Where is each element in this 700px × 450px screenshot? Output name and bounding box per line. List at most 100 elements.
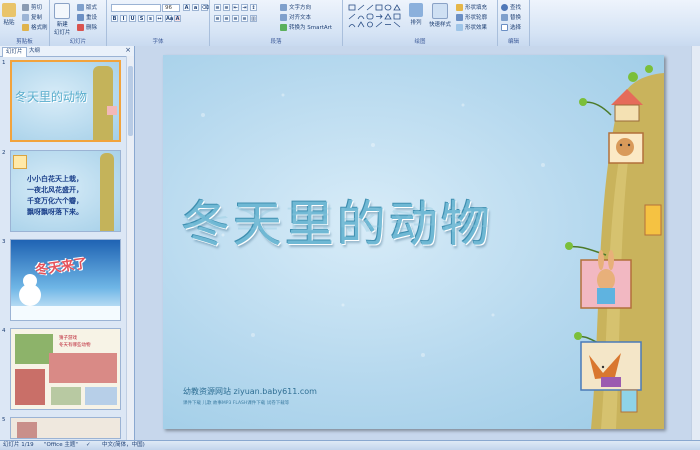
scissors-icon [22, 3, 29, 11]
text-direction-button[interactable]: 文字方向 [280, 3, 311, 11]
group-label: 编辑 [507, 39, 519, 45]
ribbon: 粘贴 剪切 复制 格式刷 剪贴板 新建 幻灯片 版式 重设 删除 幻灯片 96 … [0, 0, 700, 47]
copy-icon [22, 13, 29, 21]
close-pane-icon[interactable]: × [125, 46, 131, 54]
bullets-button[interactable]: ≡ [214, 4, 221, 11]
select-icon [501, 23, 508, 31]
bold-button[interactable]: B [111, 15, 118, 22]
slide-editor: 冬天里的动物 冬天里的动物 幼教资源网站 ziyuan.baby611.com … [135, 46, 700, 440]
slides-group: 新建 幻灯片 版式 重设 删除 幻灯片 [50, 0, 107, 46]
align-center-button[interactable]: ≡ [223, 15, 230, 22]
snow-ground [11, 306, 120, 320]
thumb-subtitle: 冬天有哪些动物 [59, 343, 91, 348]
paste-icon [2, 3, 16, 17]
editing-group: 查找 替换 选择 编辑 [498, 0, 530, 46]
thumb-title: 冬天来了 [34, 256, 89, 279]
outdent-button[interactable]: ⇤ [232, 4, 239, 11]
case-button[interactable]: Aa [165, 15, 173, 22]
select-button[interactable]: 选择 [501, 23, 521, 31]
slide-number: 4 [2, 328, 6, 334]
tab-outline[interactable]: 大纲 [26, 47, 43, 56]
paste-button[interactable]: 粘贴 [2, 3, 16, 26]
strike-button[interactable]: S [138, 15, 145, 22]
group-label: 字体 [152, 39, 164, 45]
shape-outline-button[interactable]: 形状轮廓 [456, 13, 487, 21]
effects-icon [456, 23, 463, 31]
delete-icon [77, 23, 84, 31]
site-footer: 幼教资源网站 ziyuan.baby611.com [183, 387, 317, 396]
pane-scrollbar[interactable] [126, 56, 134, 440]
italic-button[interactable]: I [120, 15, 127, 22]
new-slide-button[interactable]: 新建 幻灯片 [54, 3, 71, 36]
font-name-combo[interactable] [111, 4, 161, 12]
pane-tabs: 幻灯片 大纲 × [0, 46, 134, 57]
text-direction-icon [280, 3, 287, 11]
brush-icon [22, 23, 29, 31]
smartart-button[interactable]: 转换为 SmartArt [280, 23, 332, 31]
slide-thumbnail-1[interactable]: 冬天里的动物 [10, 60, 121, 142]
slide-thumbnail-4[interactable]: 猜子游戏 冬天有哪些动物 [10, 328, 121, 410]
spacing-button[interactable]: ↔ [156, 15, 163, 22]
paragraph-group: ≡ ≡ ⇤ ⇥ ↕ ≡ ≡ ≡ ≡ ▥ 文字方向 对齐文本 转换为 SmartArt 段落 [210, 0, 343, 46]
paint-bucket-icon [456, 3, 463, 11]
tab-slides[interactable]: 幻灯片 [2, 47, 27, 57]
thumb-title: 冬天里的动物 [15, 90, 88, 104]
numbering-button[interactable]: ≡ [223, 4, 230, 11]
arrange-icon [409, 3, 423, 17]
thumb-title: 猜子游戏 [59, 336, 77, 341]
shrink-font-button[interactable]: a [192, 4, 199, 11]
align-right-button[interactable]: ≡ [232, 15, 239, 22]
photo-decoration [17, 422, 37, 438]
shape-fill-button[interactable]: 形状填充 [456, 3, 487, 11]
underline-button[interactable]: U [129, 15, 136, 22]
delete-slide-button[interactable]: 删除 [77, 23, 97, 31]
format-painter-button[interactable]: 格式刷 [22, 23, 48, 31]
grow-font-button[interactable]: A [183, 4, 190, 11]
group-label: 剪贴板 [16, 39, 33, 45]
quick-styles-button[interactable]: 快速样式 [429, 3, 451, 28]
layout-button[interactable]: 版式 [77, 3, 97, 11]
photo-decoration [51, 387, 81, 405]
align-buttons: ≡ ≡ ≡ ≡ ▥ [214, 15, 257, 22]
site-footer-sub: 课件下载 儿歌 故事MP3 FLASH课件下载 试卷下载等 [183, 401, 290, 406]
slide-canvas[interactable]: 冬天里的动物 冬天里的动物 幼教资源网站 ziyuan.baby611.com … [163, 55, 664, 429]
align-text-button[interactable]: 对齐文本 [280, 13, 311, 21]
columns-button[interactable]: ▥ [250, 15, 257, 22]
editor-scrollbar[interactable] [691, 46, 700, 440]
group-label: 绘图 [414, 39, 426, 45]
scrollbar-thumb[interactable] [128, 66, 133, 136]
font-color-button[interactable]: A [174, 15, 181, 22]
shadow-button[interactable]: s [147, 15, 154, 22]
slide-thumbnail-3[interactable]: 冬天来了 [10, 239, 121, 321]
shape-effects-button[interactable]: 形状效果 [456, 23, 487, 31]
photo-decoration [15, 369, 45, 405]
tree-decoration [93, 66, 113, 140]
cut-button[interactable]: 剪切 [22, 3, 42, 11]
smartart-icon [280, 23, 287, 31]
clear-format-button[interactable]: ⌫ [201, 4, 209, 11]
indent-button[interactable]: ⇥ [241, 4, 248, 11]
font-size-buttons: Aa ⌫ [183, 4, 209, 11]
reset-button[interactable]: 重设 [77, 13, 97, 21]
slide-thumbnail-5[interactable] [10, 417, 121, 439]
copy-button[interactable]: 复制 [22, 13, 42, 21]
arrange-button[interactable]: 排列 [409, 3, 423, 26]
line-spacing-button[interactable]: ↕ [250, 4, 257, 11]
replace-button[interactable]: 替换 [501, 13, 521, 21]
shapes-gallery[interactable] [347, 3, 405, 29]
slide-number: 1 [2, 60, 6, 66]
pen-icon [456, 13, 463, 21]
quick-styles-icon [432, 3, 448, 19]
find-button[interactable]: 查找 [501, 3, 521, 11]
slide-number: 2 [2, 150, 6, 156]
replace-icon [501, 13, 508, 21]
align-left-button[interactable]: ≡ [214, 15, 221, 22]
justify-button[interactable]: ≡ [241, 15, 248, 22]
slide-title-reflection: 冬天里的动物 [181, 202, 494, 234]
slides-pane: 幻灯片 大纲 × 1 冬天里的动物 2 小小白花天上栽， 一夜北风花盛开， 千变… [0, 46, 135, 440]
slide-thumbnail-2[interactable]: 小小白花天上栽， 一夜北风花盛开， 千变万化六个瓣， 飘呀飘呀落下来。 [10, 150, 121, 232]
photo-decoration [15, 334, 53, 364]
slide-number: 5 [2, 417, 6, 423]
tree-decoration [100, 153, 114, 231]
font-size-combo[interactable]: 96 [162, 4, 180, 12]
